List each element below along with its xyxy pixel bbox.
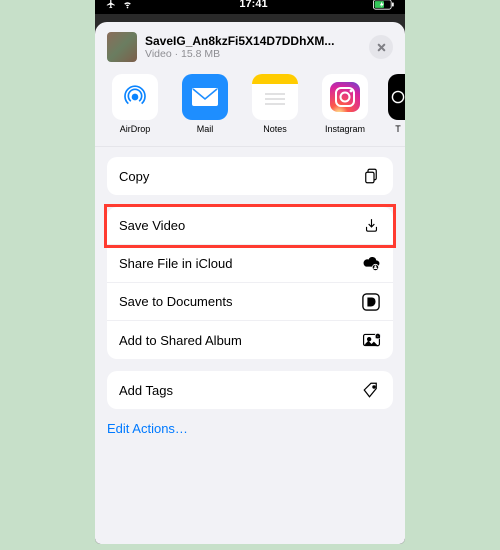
- mail-icon: [182, 74, 228, 120]
- copy-icon: [361, 166, 381, 186]
- action-save-documents[interactable]: Save to Documents: [107, 283, 393, 321]
- share-target-notes[interactable]: Notes: [247, 74, 303, 134]
- tag-icon: [361, 380, 381, 400]
- share-sheet: SaveIG_An8kzFi5X14D7DDhXM... Video · 15.…: [95, 22, 405, 544]
- share-target-more[interactable]: T: [387, 74, 405, 134]
- wifi-icon: [121, 0, 134, 9]
- action-share-icloud[interactable]: Share File in iCloud: [107, 245, 393, 283]
- action-add-tags[interactable]: Add Tags: [107, 371, 393, 409]
- shared-album-icon: [361, 330, 381, 350]
- action-copy[interactable]: Copy: [107, 157, 393, 195]
- file-thumbnail: [107, 32, 137, 62]
- action-add-shared-album[interactable]: Add to Shared Album: [107, 321, 393, 359]
- close-button[interactable]: [369, 35, 393, 59]
- battery-icon: [373, 0, 395, 10]
- file-subtitle: Video · 15.8 MB: [145, 48, 361, 60]
- status-time: 17:41: [239, 0, 267, 10]
- instagram-icon: [322, 74, 368, 120]
- share-targets-row[interactable]: AirDrop Mail Notes: [95, 70, 405, 140]
- download-icon: [361, 216, 381, 236]
- status-bar: 17:41: [95, 0, 405, 14]
- share-target-instagram[interactable]: Instagram: [317, 74, 373, 134]
- edit-actions-link[interactable]: Edit Actions…: [95, 421, 405, 446]
- share-target-airdrop[interactable]: AirDrop: [107, 74, 163, 134]
- divider: [95, 146, 405, 147]
- close-icon: [376, 42, 387, 53]
- sheet-header: SaveIG_An8kzFi5X14D7DDhXM... Video · 15.…: [95, 22, 405, 70]
- share-target-mail[interactable]: Mail: [177, 74, 233, 134]
- airdrop-icon: [112, 74, 158, 120]
- documents-app-icon: [361, 292, 381, 312]
- more-app-icon: [388, 74, 405, 120]
- file-title: SaveIG_An8kzFi5X14D7DDhXM...: [145, 34, 361, 48]
- airplane-mode-icon: [105, 0, 117, 9]
- notes-icon: [252, 74, 298, 120]
- icloud-share-icon: [361, 254, 381, 274]
- action-save-video[interactable]: Save Video: [107, 207, 393, 245]
- phone-frame: 17:41 SaveIG_An8kzFi5X14D7DDhXM... Video…: [95, 0, 405, 544]
